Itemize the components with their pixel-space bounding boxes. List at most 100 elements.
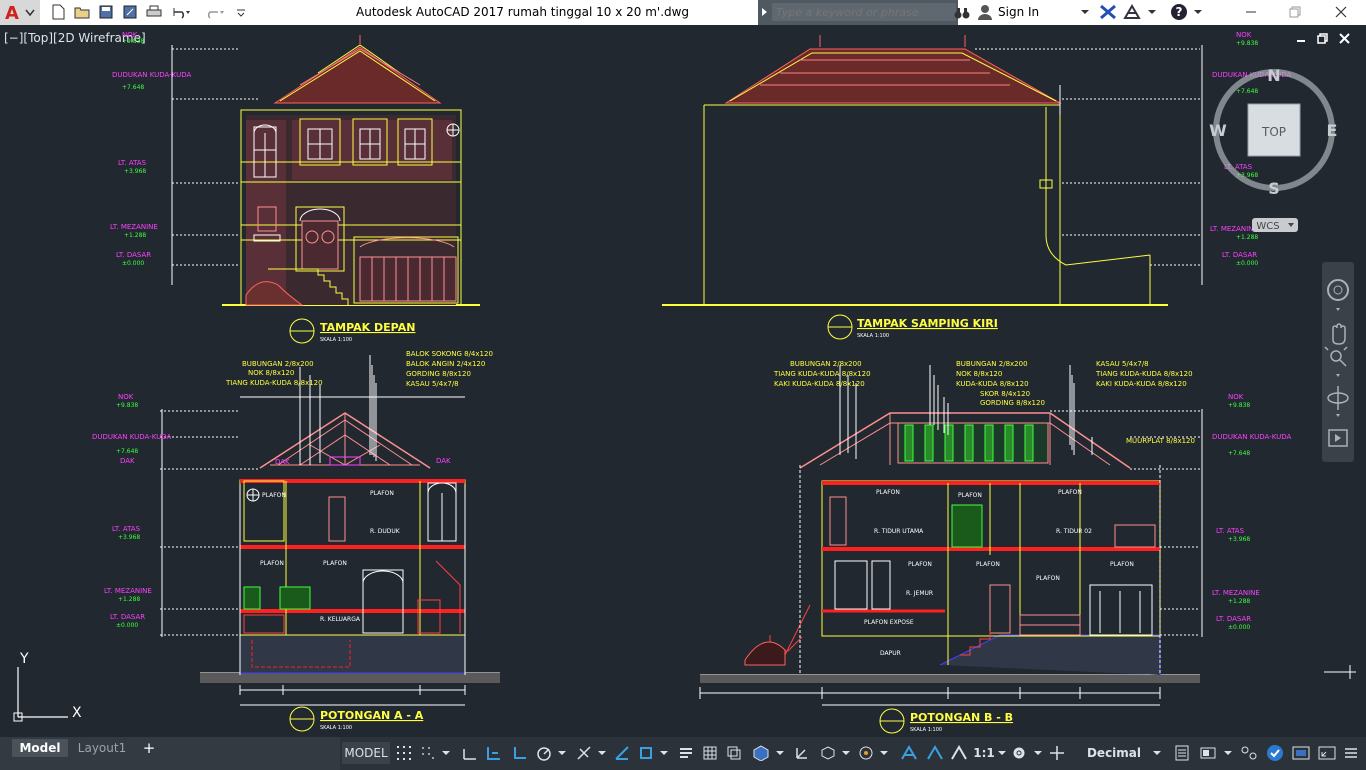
structure-note: TIANG KUDA-KUDA 8/8x120 [225, 379, 323, 387]
grid-icon[interactable] [394, 742, 414, 764]
isodraft-dropdown-icon[interactable] [596, 742, 608, 764]
annotation-scale-value[interactable]: 1:1 [972, 742, 996, 764]
snap-dropdown-icon[interactable] [440, 742, 452, 764]
pan-icon[interactable] [1332, 323, 1346, 345]
selection-cycling-icon[interactable] [724, 742, 744, 764]
gizmo-icon[interactable] [856, 742, 876, 764]
expand-arrow-icon[interactable] [758, 0, 772, 25]
level-label: DUDUKAN KUDA-KUDA [92, 433, 171, 441]
ortho-mode-icon[interactable] [510, 742, 530, 764]
application-menu-button[interactable]: A [0, 0, 40, 25]
navigation-bar [1322, 262, 1354, 462]
front-elevation-scale: SKALA 1:100 [320, 337, 352, 343]
model-space-button[interactable]: MODEL [342, 742, 390, 764]
room-label: PLAFON [908, 561, 932, 568]
viewcube[interactable]: TOP N S E W WCS [1206, 66, 1346, 236]
clean-screen-toggle-icon[interactable] [1290, 742, 1312, 764]
object-snap-icon[interactable] [636, 742, 656, 764]
compass-north[interactable]: N [1267, 66, 1280, 85]
close-window-button[interactable] [1326, 2, 1356, 22]
scale-dropdown-icon[interactable] [996, 742, 1008, 764]
compass-south[interactable]: S [1268, 179, 1280, 198]
filter-dropdown-icon[interactable] [840, 742, 852, 764]
undo-icon[interactable] [168, 2, 192, 22]
save-icon[interactable] [96, 2, 116, 22]
minimize-window-button[interactable] [1238, 2, 1264, 22]
lock-ui-icon[interactable] [1198, 742, 1220, 764]
zoom-extents-icon[interactable] [1324, 346, 1348, 367]
fullscreen-icon[interactable] [1316, 742, 1338, 764]
level-label: DUDUKAN KUDA-KUDA [1212, 433, 1291, 441]
dynamic-input-icon[interactable] [484, 742, 504, 764]
open-file-icon[interactable] [72, 2, 92, 22]
structure-note: BALOK SOKONG 8/4x120 [406, 350, 493, 358]
side-elevation [662, 35, 1168, 306]
compass-west[interactable]: W [1209, 121, 1227, 140]
compass-east[interactable]: E [1327, 121, 1338, 140]
lock-dropdown-icon[interactable] [1222, 742, 1234, 764]
level-elevation: +3.968 [1228, 536, 1250, 543]
add-layout-button[interactable]: + [140, 739, 158, 757]
3d-snap-dropdown-icon[interactable] [774, 742, 786, 764]
polar-dropdown-icon[interactable] [556, 742, 568, 764]
object-snap-tracking-icon[interactable] [612, 742, 632, 764]
structure-note: BUBUNGAN 2/8x200 [790, 360, 862, 368]
level-elevation: +1.288 [118, 596, 140, 603]
level-label: LT. MEZANINE [104, 587, 152, 595]
steering-wheel-icon[interactable] [1327, 279, 1349, 301]
dynamic-ucs-icon[interactable] [792, 742, 812, 764]
hardware-acceleration-icon[interactable] [1264, 742, 1286, 764]
3d-object-snap-icon[interactable] [750, 742, 772, 764]
restore-window-button[interactable] [1282, 2, 1308, 22]
structure-note: BUBUNGAN 2/8x200 [242, 360, 314, 368]
orbit-icon[interactable] [1327, 386, 1349, 410]
customization-menu-icon[interactable] [1340, 742, 1362, 764]
workspace-dropdown-icon[interactable] [1032, 742, 1044, 764]
search-input[interactable] [772, 3, 956, 21]
room-label: R. KELUARGA [320, 616, 361, 623]
snap-mode-icon[interactable] [418, 742, 438, 764]
binoculars-icon[interactable] [952, 3, 972, 23]
room-label: DAK [436, 457, 451, 465]
isolate-objects-icon[interactable] [1238, 742, 1260, 764]
room-label: PLAFON [1058, 489, 1082, 496]
autodesk-a360-icon[interactable] [1122, 2, 1144, 22]
sign-in-dropdown-icon[interactable] [1078, 2, 1092, 22]
quick-properties-icon[interactable] [1172, 742, 1192, 764]
selection-filter-icon[interactable] [818, 742, 838, 764]
room-label: R. TIDUR UTAMA [874, 528, 924, 535]
polar-tracking-icon[interactable] [534, 742, 554, 764]
quick-access-dropdown-icon[interactable] [232, 2, 250, 22]
title-bar: A Autodesk AutoCAD 2017 rumah tinggal 10… [0, 0, 1366, 25]
level-elevation: +1.288 [1228, 598, 1250, 605]
gizmo-dropdown-icon[interactable] [878, 742, 890, 764]
help-dropdown-icon[interactable] [1192, 2, 1204, 22]
sign-in-button[interactable]: Sign In [998, 5, 1039, 19]
level-elevation: ±0.000 [116, 622, 138, 629]
infer-constraints-icon[interactable] [460, 742, 480, 764]
help-button[interactable]: ? [1168, 2, 1190, 22]
tab-layout1[interactable]: Layout1 [74, 739, 130, 757]
annotation-visibility-icon[interactable] [898, 742, 920, 764]
plot-icon[interactable] [144, 2, 164, 22]
annotation-scale-icon[interactable] [948, 742, 970, 764]
workspace-gear-icon[interactable] [1008, 742, 1030, 764]
object-snap-dropdown-icon[interactable] [658, 742, 670, 764]
structure-note: NOK 8/8x120 [956, 370, 1002, 378]
auto-scale-icon[interactable] [924, 742, 946, 764]
transparency-icon[interactable] [700, 742, 720, 764]
save-as-icon[interactable] [120, 2, 140, 22]
exchange-apps-icon[interactable] [1098, 2, 1118, 22]
isodraft-icon[interactable] [574, 742, 594, 764]
showmotion-icon[interactable] [1328, 429, 1348, 447]
a360-dropdown-icon[interactable] [1146, 2, 1158, 22]
level-label: NOK [1236, 31, 1252, 39]
new-file-icon[interactable] [48, 2, 68, 22]
level-elevation: +3.968 [118, 534, 140, 541]
units-selector[interactable]: Decimal [1086, 742, 1162, 764]
redo-icon[interactable] [202, 2, 226, 22]
tab-model[interactable]: Model [12, 739, 68, 757]
annotation-monitor-icon[interactable] [1046, 742, 1068, 764]
lineweight-icon[interactable] [676, 742, 696, 764]
section-a-title: POTONGAN A - A [320, 709, 424, 722]
